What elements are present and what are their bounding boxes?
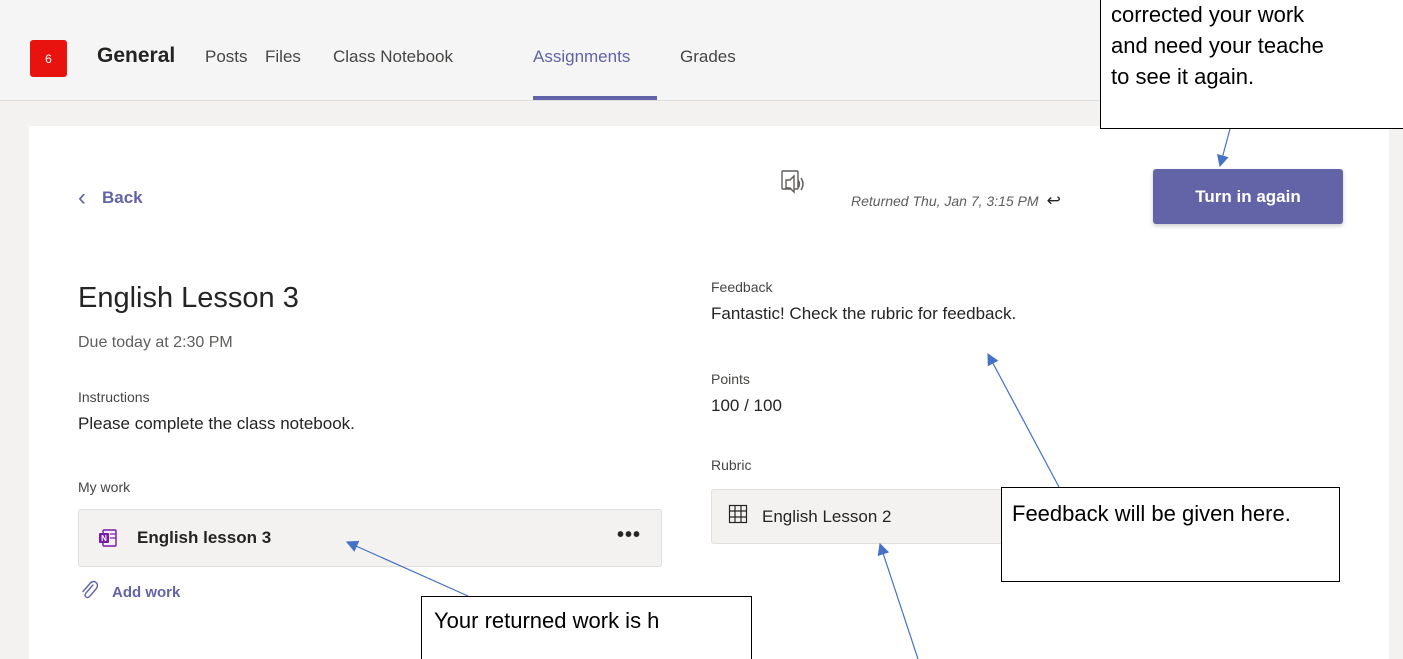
assignment-title: English Lesson 3 [78, 282, 299, 314]
immersive-reader-icon[interactable] [781, 170, 809, 200]
back-label: Back [102, 188, 143, 207]
returned-text: Returned Thu, Jan 7, 3:15 PM [851, 193, 1039, 209]
svg-text:N: N [101, 534, 107, 543]
callout-top-line-3: to see it again. [1111, 64, 1255, 89]
channel-title: General [97, 44, 176, 67]
points-label: Points [711, 371, 750, 387]
my-work-label: My work [78, 479, 131, 495]
instructions-text: Please complete the class notebook. [78, 414, 355, 433]
onenote-icon: N [97, 527, 119, 549]
tab-posts[interactable]: Posts [205, 47, 248, 67]
tab-assignments[interactable]: Assignments [533, 47, 630, 67]
active-tab-indicator [533, 96, 657, 100]
team-avatar[interactable]: 6 [30, 40, 67, 77]
add-work-label: Add work [112, 583, 181, 601]
returned-status: Returned Thu, Jan 7, 3:15 PM ↩ [851, 191, 1061, 211]
callout-feedback: Feedback will be given here. [1001, 487, 1340, 582]
callout-top-line-1: corrected your work [1111, 2, 1305, 27]
work-item[interactable]: N English lesson 3 ••• [78, 509, 662, 567]
turn-in-again-button[interactable]: Turn in again [1153, 169, 1343, 224]
back-button[interactable]: ‹ Back [78, 186, 143, 210]
more-options-icon[interactable]: ••• [617, 524, 641, 547]
feedback-label: Feedback [711, 279, 773, 295]
callout-turn-in-again: corrected your work and need your teache… [1100, 0, 1403, 129]
tab-files[interactable]: Files [265, 47, 301, 67]
callout-top-line-2: and need your teache [1111, 33, 1324, 58]
chevron-left-icon: ‹ [78, 184, 86, 211]
instructions-label: Instructions [78, 389, 150, 405]
feedback-text: Fantastic! Check the rubric for feedback… [711, 304, 1017, 323]
return-arrow-icon: ↩ [1046, 191, 1061, 210]
add-work-button[interactable]: Add work [80, 580, 180, 604]
callout-returned-work: Your returned work is h [421, 596, 752, 659]
points-value: 100 / 100 [711, 396, 782, 415]
tab-class-notebook[interactable]: Class Notebook [333, 47, 453, 67]
rubric-item[interactable]: English Lesson 2 [711, 489, 1011, 544]
work-item-label: English lesson 3 [137, 528, 272, 547]
tab-grades[interactable]: Grades [680, 47, 736, 67]
paperclip-icon [80, 580, 99, 604]
grid-icon [728, 504, 748, 529]
rubric-item-label: English Lesson 2 [762, 506, 892, 526]
due-date: Due today at 2:30 PM [78, 334, 233, 351]
rubric-label: Rubric [711, 457, 752, 473]
